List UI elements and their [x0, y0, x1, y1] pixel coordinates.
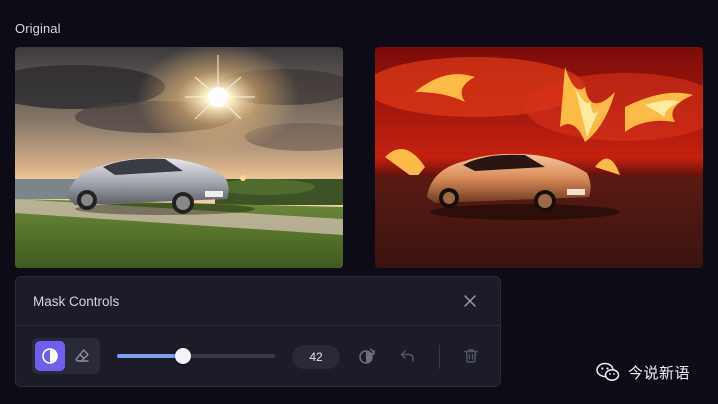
slider-thumb[interactable] [175, 348, 192, 364]
trash-icon [464, 349, 478, 363]
brush-size-slider[interactable] [117, 348, 275, 364]
close-button[interactable] [462, 293, 478, 309]
toolbar-divider [439, 345, 440, 369]
eraser-button[interactable] [67, 341, 97, 371]
delete-button[interactable] [461, 346, 481, 366]
rotate-invert-icon [359, 348, 375, 364]
app-root: Original Mask Controls 42 今说新语 [0, 0, 718, 404]
watermark: 今说新语 [596, 360, 690, 384]
original-image [15, 47, 343, 268]
half-circle-icon [42, 348, 58, 364]
mask-controls-title: Mask Controls [33, 293, 120, 309]
edited-image [375, 47, 703, 268]
wechat-icon [596, 362, 620, 381]
close-icon [464, 295, 476, 307]
watermark-text: 今说新语 [628, 364, 691, 382]
undo-icon [400, 350, 414, 362]
tool-group [32, 338, 100, 374]
eraser-icon [75, 349, 89, 362]
mask-controls-body: 42 [16, 326, 500, 386]
brush-size-value[interactable]: 42 [292, 345, 340, 369]
mask-controls-panel: Mask Controls 42 [15, 276, 501, 387]
mask-invert-toggle-button[interactable] [35, 341, 65, 371]
original-label: Original [15, 21, 61, 36]
undo-button[interactable] [398, 346, 418, 366]
slider-fill [117, 354, 184, 358]
invert-mask-button[interactable] [357, 346, 377, 366]
mask-controls-header: Mask Controls [16, 277, 500, 326]
